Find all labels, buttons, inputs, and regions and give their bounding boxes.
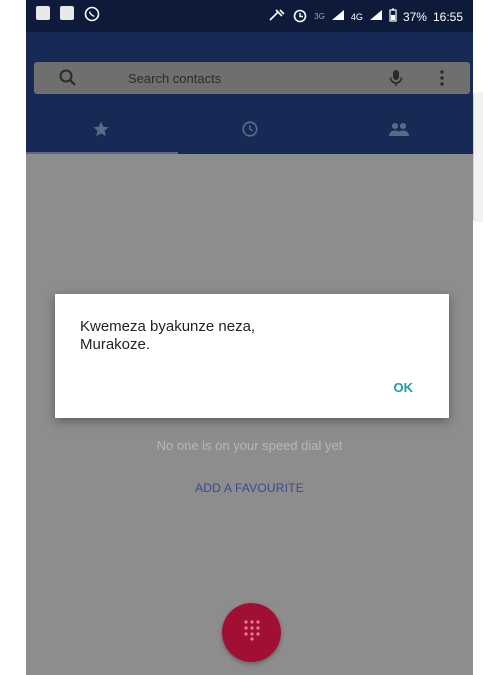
dialpad-button[interactable] [222,603,281,662]
message-dialog: Kwemeza byakunze neza, Murakoze. OK [55,294,449,418]
empty-speed-dial-text: No one is on your speed dial yet [156,438,343,453]
tab-speed-dial[interactable] [26,108,175,154]
tab-contacts[interactable] [324,108,473,154]
contacts-icon [388,121,410,142]
clock-time: 16:55 [432,9,463,24]
whatsapp-icon [84,6,100,25]
dialog-message: Kwemeza byakunze neza, Murakoze. [80,318,255,354]
ok-button[interactable]: OK [394,380,414,395]
add-favourite-button[interactable]: ADD A FAVOURITE [26,481,473,495]
star-icon [92,120,110,143]
gallery-icon [36,6,50,20]
search-bar[interactable]: Search contacts [34,62,470,94]
search-input[interactable]: Search contacts [128,71,221,86]
battery-icon [389,8,397,25]
app-bar: Search contacts [26,32,473,154]
dialpad-icon [243,619,261,646]
more-options-icon[interactable] [432,68,452,88]
clock-icon [241,120,259,143]
status-notifications [36,6,100,25]
status-system: 3G 4G 37% 16:55 [268,7,463,26]
network-type-4g: 4G [350,11,363,22]
microphone-icon[interactable] [386,68,406,88]
signal-icon-2 [369,9,383,24]
phone-screen: 3G 4G 37% 16:55 Search contacts No one i… [26,0,473,675]
signal-icon [331,9,345,24]
app-notification-icon [60,6,74,20]
alarm-icon [292,7,308,26]
network-type-3g: 3G [314,12,325,21]
search-icon[interactable] [58,68,78,88]
tab-recents[interactable] [175,108,324,154]
battery-percent: 37% [402,9,427,24]
edge-panel-handle[interactable] [473,92,483,222]
tools-icon [268,8,286,25]
status-bar: 3G 4G 37% 16:55 [26,0,473,32]
dialog-message-line-2: Murakoze. [80,336,151,353]
dialog-message-line-1: Kwemeza byakunze neza, [80,318,256,335]
tab-bar [26,108,473,154]
